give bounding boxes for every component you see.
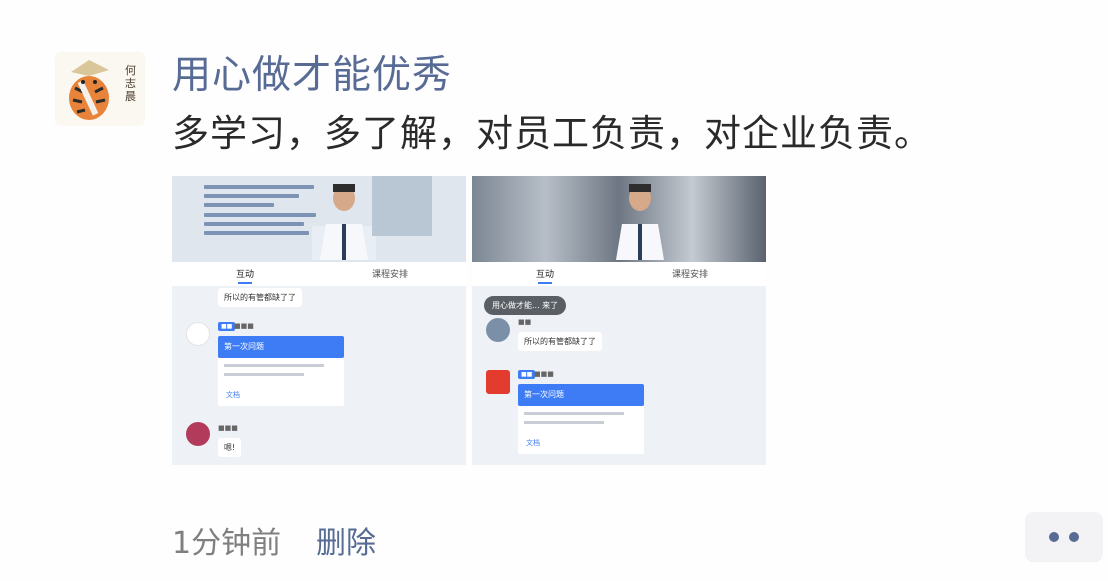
slide-text <box>204 185 322 240</box>
card-body: 文档 <box>518 406 644 454</box>
speaker-figure <box>616 184 664 260</box>
sender-name: ■■■ <box>534 370 554 378</box>
tab-bar: 互动 课程安排 <box>172 262 466 286</box>
card-body: 文档 <box>218 358 344 406</box>
tab-schedule: 课程安排 <box>372 270 409 280</box>
avatar-signature: 何志晨 <box>125 64 136 103</box>
avatar <box>486 318 510 342</box>
avatar <box>186 422 210 446</box>
speaker-figure <box>312 184 376 260</box>
file-label: 文档 <box>526 439 540 447</box>
more-button[interactable] <box>1025 512 1103 562</box>
tab-interact: 互动 <box>236 270 255 280</box>
question-card: 第一次问题 <box>218 336 344 358</box>
video-frame <box>172 176 466 262</box>
sender-name: ■■■ <box>234 322 254 330</box>
tab-underline <box>538 282 552 284</box>
more-dots-icon <box>1069 532 1079 542</box>
post-text: 多学习，多了解，对员工负责，对企业负责。 <box>172 112 932 155</box>
post-image-2[interactable]: 互动 课程安排 用心做才能... 来了 ■■ 所以的有管都缺了了 ■■ ■■■ … <box>472 176 766 465</box>
chat-bubble: 所以的有管都缺了了 <box>518 332 602 351</box>
status-badge: ■■ <box>218 322 236 331</box>
moments-post: 何志晨 用心做才能优秀 多学习，多了解，对员工负责，对企业负责。 互动 课程安排 <box>0 0 1108 581</box>
sender-name: ■■ <box>518 318 532 326</box>
post-time: 1分钟前 <box>172 526 282 561</box>
reply-bubble: 嗯! <box>218 438 242 457</box>
tab-underline <box>238 282 252 284</box>
tiger-avatar-icon <box>69 60 109 120</box>
avatar <box>486 370 510 394</box>
avatar[interactable]: 何志晨 <box>55 52 145 126</box>
question-card: 第一次问题 <box>518 384 644 406</box>
delete-button[interactable]: 删除 <box>316 518 376 562</box>
tab-bar: 互动 课程安排 <box>472 262 766 286</box>
chat-area: 所以的有管都缺了了 ■■ ■■■ 第一次问题 文档 ■■■ 嗯! <box>172 286 466 465</box>
file-label: 文档 <box>226 391 240 399</box>
author-name[interactable]: 用心做才能优秀 <box>172 44 452 100</box>
tab-schedule: 课程安排 <box>672 270 709 280</box>
avatar <box>186 322 210 346</box>
tab-interact: 互动 <box>536 270 555 280</box>
sender-name: ■■■ <box>218 424 238 432</box>
chat-bubble: 所以的有管都缺了了 <box>218 288 302 307</box>
toast-message: 用心做才能... 来了 <box>484 296 567 315</box>
video-frame <box>472 176 766 262</box>
chat-area: 用心做才能... 来了 ■■ 所以的有管都缺了了 ■■ ■■■ 第一次问题 文档 <box>472 286 766 465</box>
post-image-1[interactable]: 互动 课程安排 所以的有管都缺了了 ■■ ■■■ 第一次问题 文档 ■■■ 嗯! <box>172 176 466 465</box>
status-badge: ■■ <box>518 370 536 379</box>
more-dots-icon <box>1049 532 1059 542</box>
